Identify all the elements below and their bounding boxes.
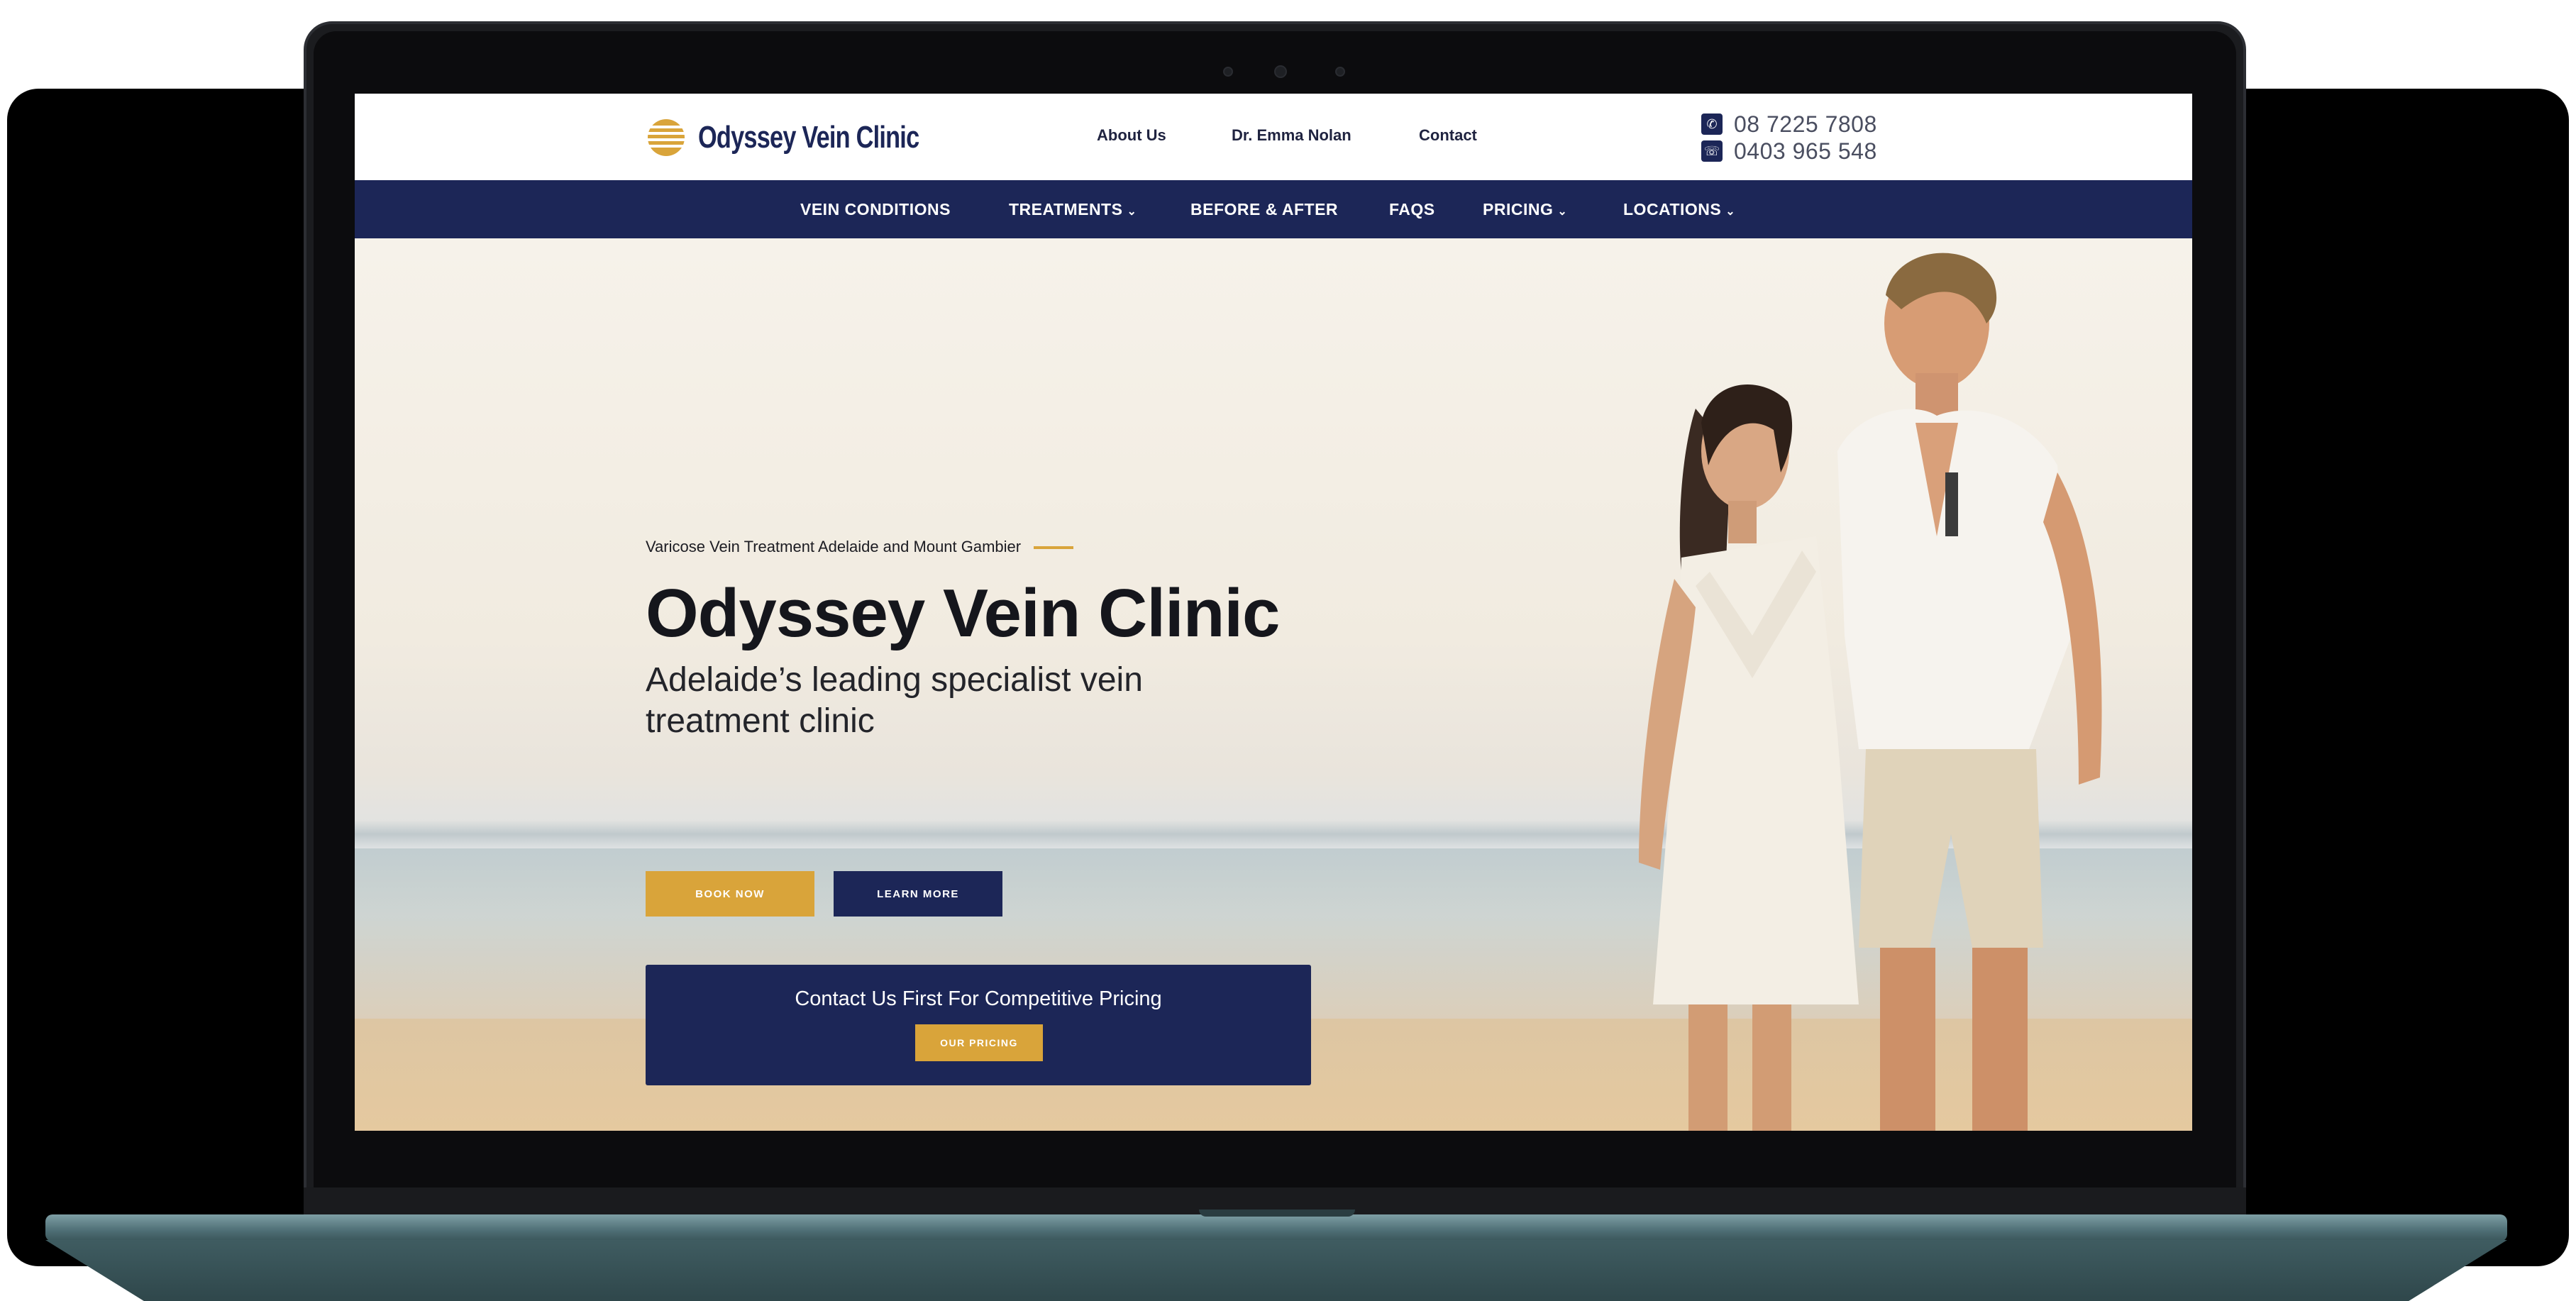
eyebrow-text: Varicose Vein Treatment Adelaide and Mou…	[646, 538, 1022, 555]
logo-text: Odyssey Vein Clinic	[698, 120, 919, 155]
hero-couple-image	[1639, 253, 2102, 1131]
laptop-base-front	[45, 1240, 2507, 1301]
toplink-contact[interactable]: Contact	[1419, 126, 1477, 145]
hero-eyebrow: Varicose Vein Treatment Adelaide and Mou…	[646, 538, 1074, 556]
chevron-down-icon: ⌄	[1557, 206, 1568, 218]
main-nav: VEIN CONDITIONS TREATMENTS ⌄ BEFORE & AFT…	[355, 180, 2192, 238]
laptop-base	[45, 1214, 2507, 1241]
chevron-down-icon: ⌄	[1725, 206, 1736, 218]
nav-treatments[interactable]: TREATMENTS ⌄	[1009, 200, 1137, 219]
phone-icon: ✆	[1701, 114, 1723, 135]
sensor-dot	[1223, 67, 1233, 77]
nav-before-after[interactable]: BEFORE & AFTER	[1190, 200, 1338, 219]
laptop-hinge	[1199, 1209, 1355, 1217]
learn-more-button[interactable]: LEARN MORE	[834, 871, 1002, 917]
nav-label: VEIN CONDITIONS	[800, 200, 951, 218]
phone-numbers: ✆ 08 7225 7808 ☏ 0403 965 548	[1701, 111, 1877, 165]
hero-title: Odyssey Vein Clinic	[646, 575, 1280, 651]
browser-viewport: Odyssey Vein Clinic About Us Dr. Emma No…	[355, 94, 2192, 1131]
nav-vein-conditions[interactable]: VEIN CONDITIONS	[800, 200, 951, 219]
phone-number: 08 7225 7808	[1734, 111, 1877, 137]
site-header: Odyssey Vein Clinic About Us Dr. Emma No…	[355, 94, 2192, 180]
nav-locations[interactable]: LOCATIONS ⌄	[1623, 200, 1735, 219]
eyebrow-accent-line	[1034, 546, 1074, 550]
toplink-about-us[interactable]: About Us	[1097, 126, 1166, 145]
phone-mobile[interactable]: ☏ 0403 965 548	[1701, 138, 1877, 165]
our-pricing-button[interactable]: OUR PRICING	[915, 1024, 1043, 1061]
hero-subtitle: Adelaide’s leading specialist vein treat…	[646, 661, 1143, 740]
hero-section: Varicose Vein Treatment Adelaide and Mou…	[355, 238, 2192, 1131]
phone-number: 0403 965 548	[1734, 138, 1877, 164]
nav-pricing[interactable]: PRICING ⌄	[1483, 200, 1567, 219]
nav-label: FAQS	[1389, 200, 1435, 218]
sensor-dot	[1335, 67, 1345, 77]
book-now-button[interactable]: BOOK NOW	[646, 871, 814, 917]
camera-lens	[1274, 65, 1287, 78]
pricing-promo-box: Contact Us First For Competitive Pricing…	[646, 965, 1311, 1085]
chevron-down-icon: ⌄	[1127, 206, 1137, 218]
site-logo[interactable]: Odyssey Vein Clinic	[646, 116, 981, 159]
toplink-dr-emma-nolan[interactable]: Dr. Emma Nolan	[1232, 126, 1351, 145]
nav-label: BEFORE & AFTER	[1190, 200, 1339, 218]
nav-label: LOCATIONS	[1623, 200, 1722, 218]
nav-label: TREATMENTS	[1009, 200, 1123, 218]
nav-faqs[interactable]: FAQS	[1389, 200, 1435, 219]
promo-text: Contact Us First For Competitive Pricing	[795, 987, 1162, 1010]
mockup-stage: Odyssey Vein Clinic About Us Dr. Emma No…	[0, 0, 2576, 1301]
mobile-icon: ☏	[1701, 140, 1723, 162]
phone-landline[interactable]: ✆ 08 7225 7808	[1701, 111, 1877, 138]
logo-lines-icon	[647, 119, 685, 156]
nav-label: PRICING	[1483, 200, 1554, 218]
